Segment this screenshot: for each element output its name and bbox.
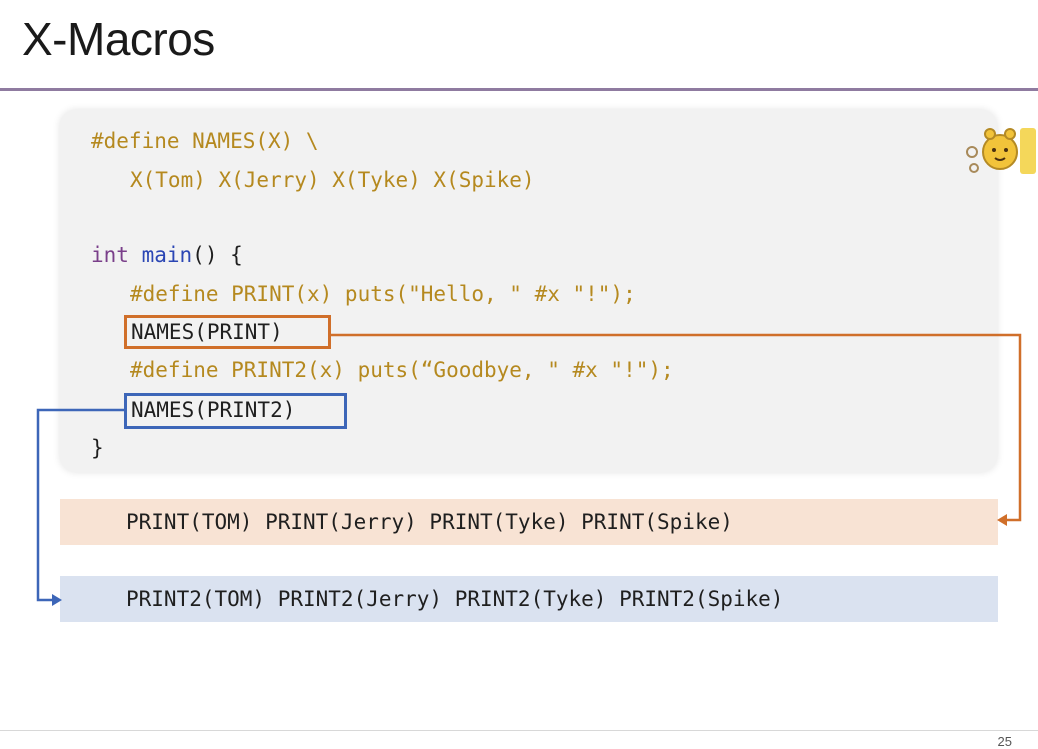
blue-arrowhead <box>52 594 62 606</box>
orange-connector-arrow <box>331 333 1022 522</box>
orange-arrowhead <box>997 514 1007 526</box>
connector-arrows <box>36 333 1022 606</box>
blue-connector-arrow <box>36 408 124 602</box>
mascot-logo-icon <box>966 128 1036 174</box>
page-number: 25 <box>997 734 1012 749</box>
footer-divider <box>0 730 1038 731</box>
